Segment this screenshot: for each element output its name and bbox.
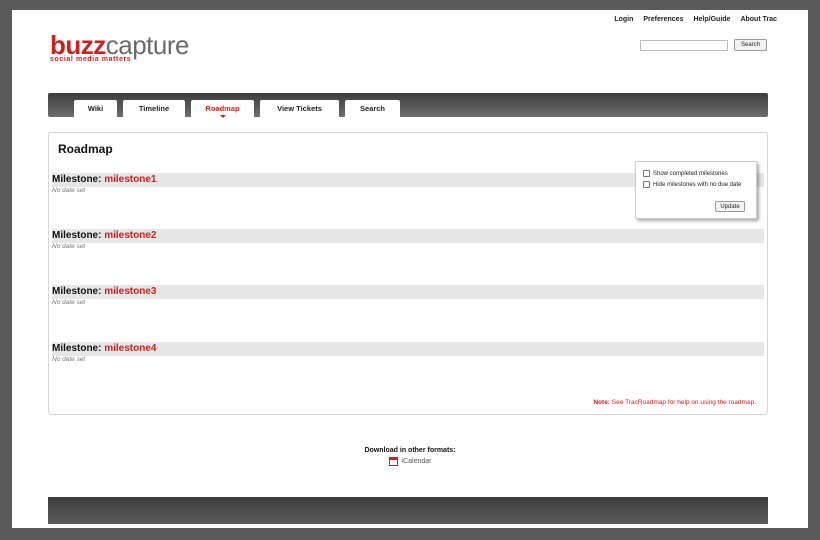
search-input[interactable] (640, 40, 728, 51)
milestone-link[interactable]: milestone1 (104, 174, 156, 185)
active-tab-arrow-icon (219, 115, 226, 118)
milestone-item: Milestone: milestone4 No date set (52, 342, 764, 363)
milestone-link[interactable]: milestone3 (104, 286, 156, 297)
page-title: Roadmap (58, 142, 113, 156)
note-rest: for help on using the roadmap. (667, 399, 756, 406)
login-link[interactable]: Login (614, 16, 633, 23)
milestone-prefix: Milestone: (52, 174, 102, 185)
show-completed-checkbox[interactable] (643, 170, 650, 177)
tab-wiki[interactable]: Wiki (74, 100, 117, 117)
roadmap-options-panel: Show completed milestones Hide milestone… (635, 161, 757, 219)
tab-roadmap[interactable]: Roadmap (191, 100, 254, 118)
note-label: Note: (593, 399, 610, 406)
milestone-date: No date set (52, 243, 86, 250)
download-formats: Download in other formats: iCalendar (12, 447, 808, 468)
search-button[interactable]: Search (734, 39, 767, 51)
help-guide-link[interactable]: Help/Guide (693, 16, 730, 23)
roadmap-note: Note: See TracRoadmap for help on using … (593, 399, 756, 406)
logo[interactable]: buzzcapture social media matters (50, 32, 190, 63)
milestone-prefix: Milestone: (52, 230, 102, 241)
milestone-header: Milestone: milestone3 (52, 285, 764, 299)
milestone-header: Milestone: milestone2 (52, 229, 764, 243)
milestone-prefix: Milestone: (52, 286, 102, 297)
milestone-item: Milestone: milestone3 No date set (52, 285, 764, 306)
tab-timeline[interactable]: Timeline (123, 100, 185, 117)
tab-view-tickets[interactable]: View Tickets (260, 100, 339, 117)
icalendar-label: iCalendar (401, 458, 432, 465)
hide-no-due-checkbox[interactable] (643, 181, 650, 188)
update-button[interactable]: Update (715, 201, 745, 212)
calendar-icon (388, 457, 398, 466)
download-title: Download in other formats: (364, 447, 456, 454)
milestone-prefix: Milestone: (52, 343, 102, 354)
tab-roadmap-label: Roadmap (205, 104, 240, 113)
hide-no-due-label: Hide milestones with no due date (653, 181, 742, 188)
page: Login Preferences Help/Guide About Trac … (12, 10, 808, 528)
about-trac-link[interactable]: About Trac (740, 16, 777, 23)
milestone-link[interactable]: milestone4 (104, 343, 156, 354)
trac-roadmap-link[interactable]: TracRoadmap (625, 399, 666, 406)
milestone-header: Milestone: milestone4 (52, 342, 764, 356)
show-completed-option[interactable]: Show completed milestones (643, 170, 728, 177)
note-see: See (611, 399, 624, 406)
milestone-date: No date set (52, 356, 86, 363)
footer-bar (48, 497, 768, 524)
milestone-link[interactable]: milestone2 (104, 230, 156, 241)
preferences-link[interactable]: Preferences (643, 16, 683, 23)
icalendar-link[interactable]: iCalendar (388, 457, 432, 466)
milestone-item: Milestone: milestone2 No date set (52, 229, 764, 250)
show-completed-label: Show completed milestones (653, 170, 728, 177)
main-nav: Wiki Timeline Roadmap View Tickets Searc… (48, 93, 768, 118)
hide-no-due-option[interactable]: Hide milestones with no due date (643, 181, 741, 188)
milestone-date: No date set (52, 299, 86, 306)
tab-search[interactable]: Search (345, 100, 400, 117)
meta-nav: Login Preferences Help/Guide About Trac (614, 16, 777, 23)
